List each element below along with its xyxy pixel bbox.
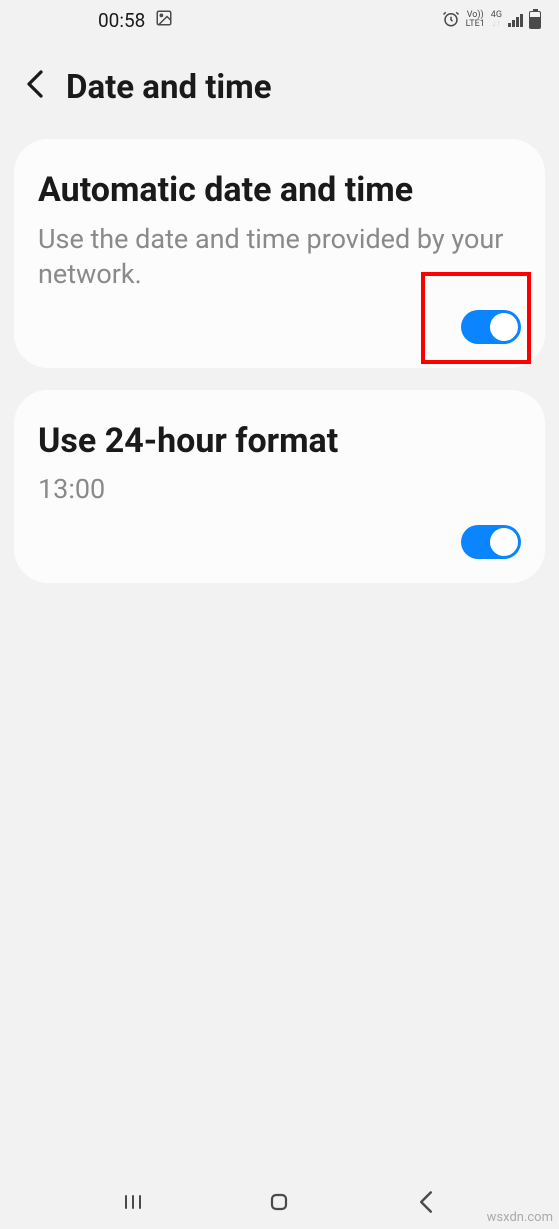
hour-format-toggle[interactable] <box>461 525 521 559</box>
alarm-icon <box>442 10 460 31</box>
signal-icon <box>508 13 523 27</box>
back-button[interactable] <box>22 69 48 106</box>
watermark: wsxdn.com <box>487 1210 553 1225</box>
recents-button[interactable] <box>117 1186 149 1218</box>
hour-format-title: Use 24-hour format <box>38 420 521 463</box>
status-time: 00:58 <box>98 9 145 32</box>
volte-indicator: Vo)) LTE1 <box>466 11 485 29</box>
nav-back-button[interactable] <box>410 1186 442 1218</box>
status-bar: 00:58 Vo)) LTE1 4G ↓↑ <box>0 0 559 40</box>
home-button[interactable] <box>263 1186 295 1218</box>
hour-format-subtitle: 13:00 <box>38 472 521 507</box>
auto-date-title: Automatic date and time <box>38 169 521 212</box>
auto-date-card: Automatic date and time Use the date and… <box>14 139 545 368</box>
highlight-annotation <box>421 272 531 364</box>
battery-icon <box>529 11 541 29</box>
network-indicator: 4G ↓↑ <box>491 11 502 29</box>
navigation-bar <box>0 1175 559 1229</box>
image-icon <box>155 9 173 32</box>
status-right: Vo)) LTE1 4G ↓↑ <box>442 10 541 31</box>
hour-format-card: Use 24-hour format 13:00 <box>14 390 545 584</box>
header: Date and time <box>0 40 559 139</box>
page-title: Date and time <box>66 68 272 107</box>
status-left: 00:58 <box>98 9 173 32</box>
